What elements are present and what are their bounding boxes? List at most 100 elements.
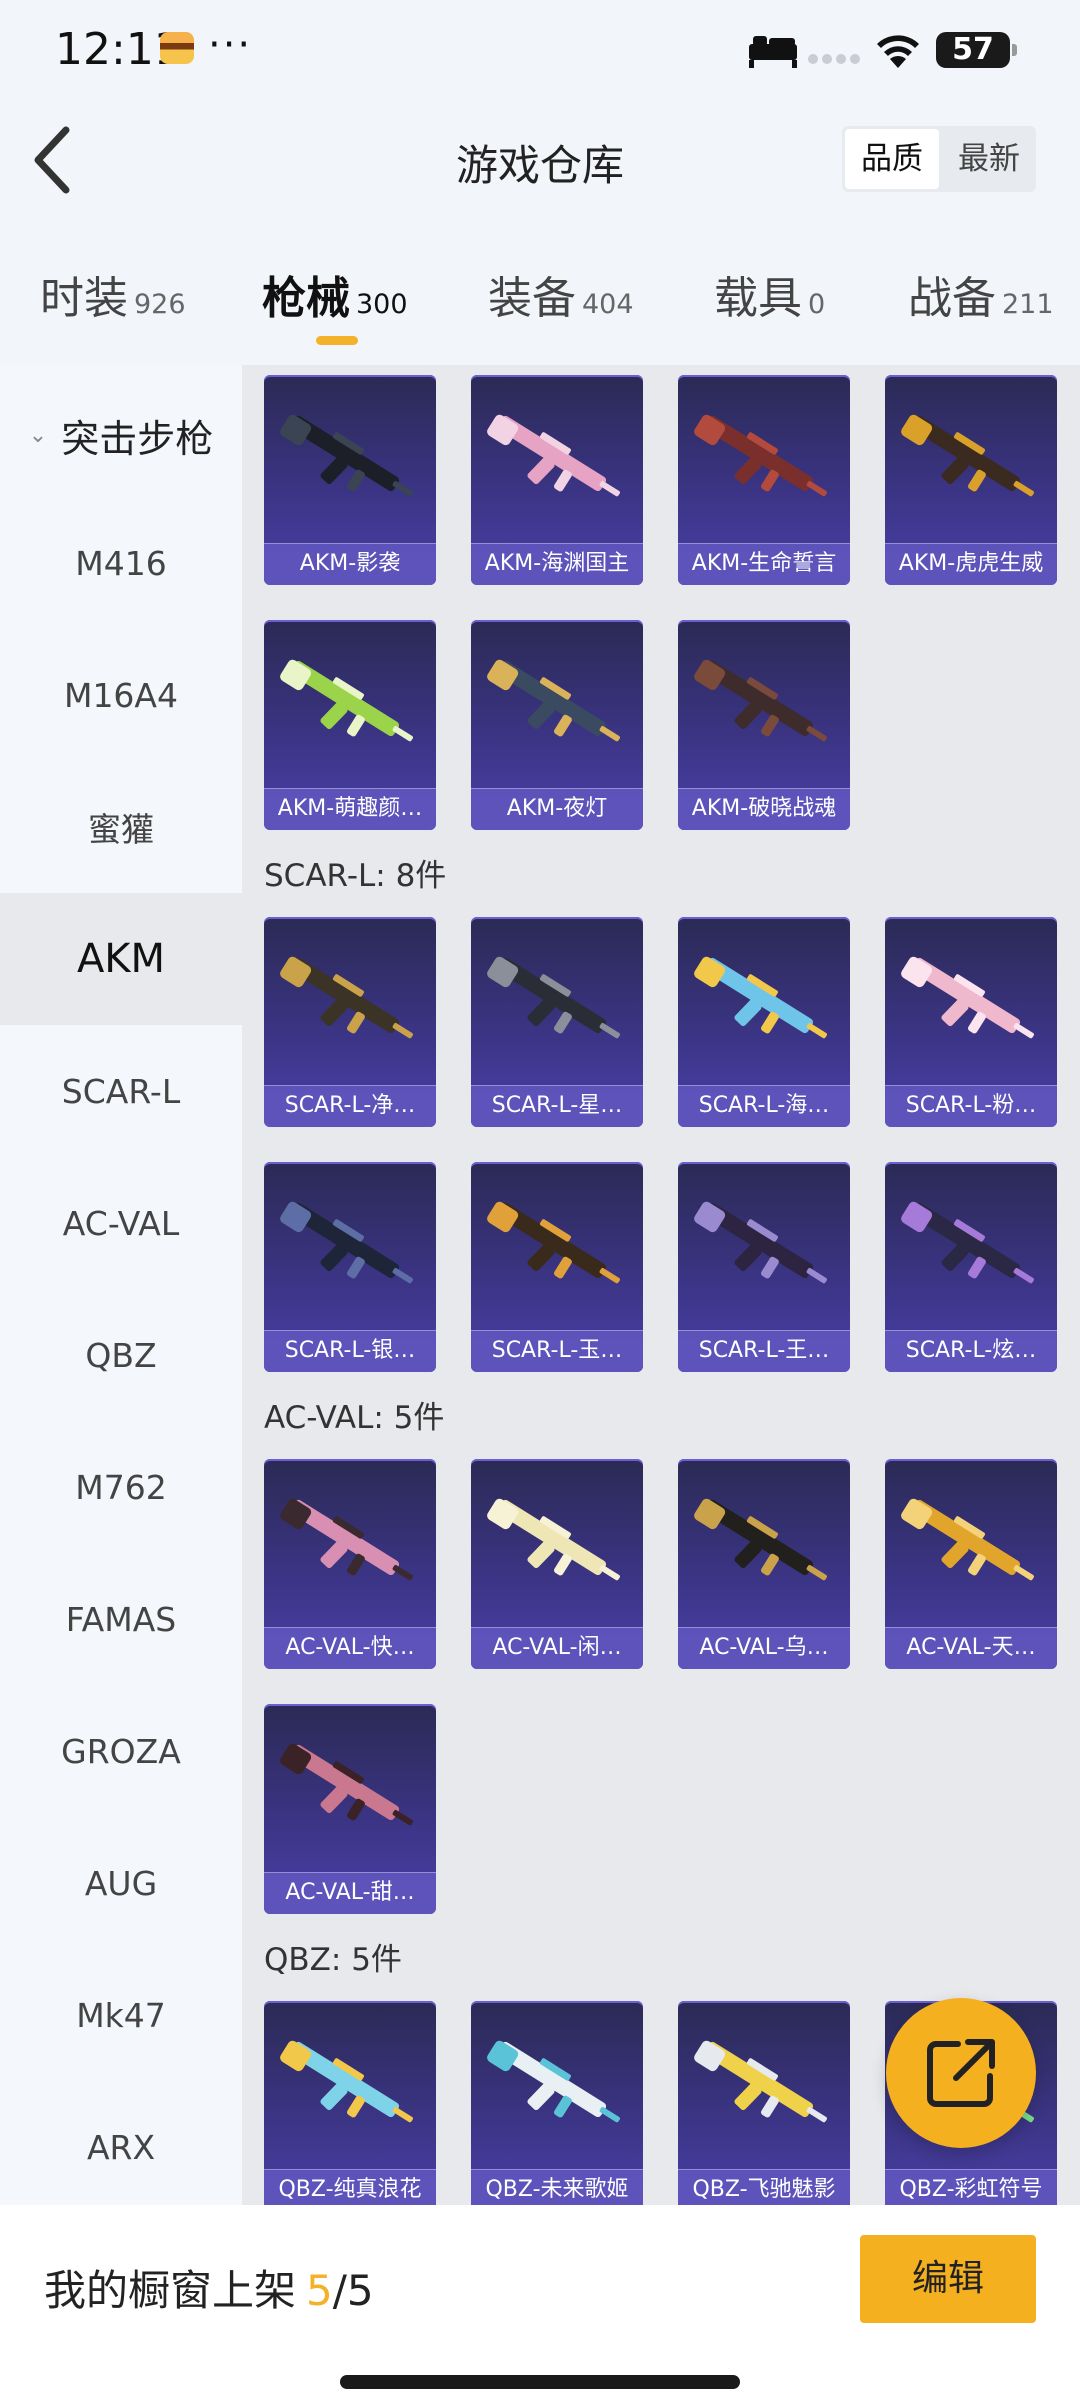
skin-card[interactable]: SCAR-L-王… bbox=[678, 1162, 850, 1372]
gun-skin-image bbox=[487, 1498, 620, 1581]
sidebar-item-akm[interactable]: AKM bbox=[0, 893, 242, 1025]
skin-name: AKM-海渊国主 bbox=[484, 551, 630, 576]
gun-skin-image bbox=[694, 1498, 827, 1581]
skin-name: AC-VAL-甜… bbox=[285, 1880, 415, 1905]
skin-card[interactable]: AC-VAL-乌… bbox=[678, 1459, 850, 1669]
skin-card[interactable]: QBZ-飞驰魅影 bbox=[678, 2001, 850, 2205]
skin-card[interactable]: AKM-影袭 bbox=[264, 375, 436, 585]
gun-skin-image bbox=[487, 1201, 620, 1284]
sidebar-item-famas[interactable]: FAMAS bbox=[0, 1553, 242, 1685]
skin-name: QBZ-纯真浪花 bbox=[278, 2177, 422, 2202]
sidebar-item-mk47[interactable]: Mk47 bbox=[0, 1949, 242, 2081]
sidebar-item-honey-badger[interactable]: 蜜獾 bbox=[0, 761, 242, 893]
sidebar-item-ac-val[interactable]: AC-VAL bbox=[0, 1157, 242, 1289]
skin-name: AKM-萌趣颜… bbox=[277, 796, 423, 821]
skin-name: AKM-影袭 bbox=[299, 551, 401, 576]
skin-card[interactable]: QBZ-未来歌姬 bbox=[471, 2001, 643, 2205]
skin-card[interactable]: AC-VAL-闲… bbox=[471, 1459, 643, 1669]
chevron-down-icon: ⌄ bbox=[28, 422, 48, 448]
active-tab-indicator bbox=[316, 336, 358, 345]
edit-button[interactable]: 编辑 bbox=[860, 2235, 1036, 2323]
sort-toggle: 品质 最新 bbox=[842, 126, 1036, 192]
skin-card[interactable]: AKM-破晓战魂 bbox=[678, 620, 850, 830]
sort-quality-button[interactable]: 品质 bbox=[845, 129, 939, 189]
skin-card[interactable]: SCAR-L-粉… bbox=[885, 917, 1057, 1127]
section-title-scar-l: SCAR-L: 8件 bbox=[264, 858, 447, 894]
share-fab-button[interactable] bbox=[886, 1998, 1036, 2148]
status-more: ··· bbox=[208, 22, 253, 68]
sidebar-item-groza[interactable]: GROZA bbox=[0, 1685, 242, 1817]
sidebar-group-label: 突击步枪 bbox=[61, 416, 214, 461]
skin-name: SCAR-L-海… bbox=[698, 1093, 830, 1118]
gun-skin-image bbox=[280, 2040, 413, 2123]
section-title-ac-val: AC-VAL: 5件 bbox=[264, 1400, 445, 1436]
skin-card[interactable]: SCAR-L-银… bbox=[264, 1162, 436, 1372]
skin-card[interactable]: AKM-生命誓言 bbox=[678, 375, 850, 585]
cellular-signal-icon bbox=[808, 54, 868, 64]
section-title-qbz: QBZ: 5件 bbox=[264, 1942, 402, 1978]
skin-card[interactable]: SCAR-L-海… bbox=[678, 917, 850, 1127]
gun-skin-image bbox=[487, 414, 620, 497]
showcase-current-count: 5 bbox=[306, 2266, 333, 2315]
gun-skin-image bbox=[901, 956, 1034, 1039]
gun-skin-image bbox=[280, 1743, 413, 1826]
skin-card[interactable]: AKM-虎虎生威 bbox=[885, 375, 1057, 585]
showcase-label: 我的橱窗上架 bbox=[44, 2266, 297, 2315]
home-indicator bbox=[340, 2375, 740, 2389]
skin-card[interactable]: SCAR-L-净… bbox=[264, 917, 436, 1127]
skin-name: SCAR-L-炫… bbox=[905, 1338, 1037, 1363]
share-external-icon bbox=[927, 2039, 995, 2107]
skin-name: SCAR-L-王… bbox=[698, 1338, 830, 1363]
sidebar-item-m762[interactable]: M762 bbox=[0, 1421, 242, 1553]
gun-skin-image bbox=[487, 2040, 620, 2123]
gun-skin-image bbox=[280, 956, 413, 1039]
skin-card[interactable]: AKM-萌趣颜… bbox=[264, 620, 436, 830]
gun-skin-image bbox=[694, 659, 827, 742]
tab-vehicles[interactable]: 载具 0 bbox=[714, 262, 825, 326]
skin-name: AKM-夜灯 bbox=[506, 796, 608, 821]
gun-skin-image bbox=[901, 1498, 1034, 1581]
tab-equipment[interactable]: 装备 404 bbox=[488, 262, 634, 326]
skin-card[interactable]: SCAR-L-玉… bbox=[471, 1162, 643, 1372]
skin-card[interactable]: AC-VAL-天… bbox=[885, 1459, 1057, 1669]
tab-count: 404 bbox=[582, 289, 634, 320]
skin-card[interactable]: AC-VAL-快… bbox=[264, 1459, 436, 1669]
status-bar: 12:11 ··· 57 bbox=[0, 0, 1080, 100]
nav-header: 游戏仓库 品质 最新 bbox=[0, 100, 1080, 220]
tab-label: 装备 bbox=[488, 273, 576, 324]
sidebar-item-m16a4[interactable]: M16A4 bbox=[0, 629, 242, 761]
skin-name: AC-VAL-乌… bbox=[699, 1635, 829, 1660]
skin-card[interactable]: AKM-夜灯 bbox=[471, 620, 643, 830]
tab-count: 300 bbox=[356, 289, 408, 320]
category-tabs: 时装 926 枪械 300 装备 404 载具 0 战备 211 bbox=[0, 250, 1080, 360]
skin-name: SCAR-L-玉… bbox=[491, 1338, 623, 1363]
sidebar-item-arx[interactable]: ARX bbox=[0, 2081, 242, 2213]
sidebar-item-scar-l[interactable]: SCAR-L bbox=[0, 1025, 242, 1157]
gun-skin-image bbox=[280, 659, 413, 742]
weapon-skin-grid: AKM-影袭 AKM-海渊国主 AKM-生命誓言 AKM-虎虎生威 AKM-萌趣… bbox=[242, 365, 1080, 2205]
skin-name: SCAR-L-粉… bbox=[905, 1093, 1037, 1118]
skin-name: SCAR-L-星… bbox=[491, 1093, 623, 1118]
skin-name: QBZ-飞驰魅影 bbox=[692, 2177, 836, 2202]
battery-indicator: 57 bbox=[936, 32, 1017, 68]
sidebar-item-m416[interactable]: M416 bbox=[0, 497, 242, 629]
skin-card[interactable]: AC-VAL-甜… bbox=[264, 1704, 436, 1914]
showcase-total-count: 5 bbox=[346, 2266, 374, 2315]
tab-guns[interactable]: 枪械 300 bbox=[262, 262, 408, 326]
sidebar-item-aug[interactable]: AUG bbox=[0, 1817, 242, 1949]
sidebar-group-assault-rifles[interactable]: ⌄ 突击步枪 bbox=[0, 385, 242, 485]
tab-supplies[interactable]: 战备 211 bbox=[908, 262, 1054, 326]
skin-name: AC-VAL-天… bbox=[906, 1635, 1036, 1660]
skin-card[interactable]: AKM-海渊国主 bbox=[471, 375, 643, 585]
skin-name: AKM-生命誓言 bbox=[691, 551, 837, 576]
skin-card[interactable]: QBZ-纯真浪花 bbox=[264, 2001, 436, 2205]
sidebar-item-qbz[interactable]: QBZ bbox=[0, 1289, 242, 1421]
skin-card[interactable]: SCAR-L-星… bbox=[471, 917, 643, 1127]
gun-skin-image bbox=[280, 1498, 413, 1581]
skin-name: SCAR-L-银… bbox=[284, 1338, 416, 1363]
sort-newest-button[interactable]: 最新 bbox=[942, 126, 1036, 192]
skin-name: QBZ-彩虹符号 bbox=[899, 2177, 1043, 2202]
tab-fashion[interactable]: 时装 926 bbox=[40, 262, 186, 326]
skin-card[interactable]: SCAR-L-炫… bbox=[885, 1162, 1057, 1372]
showcase-footer: 我的橱窗上架 5 / 5 编辑 bbox=[0, 2205, 1080, 2400]
